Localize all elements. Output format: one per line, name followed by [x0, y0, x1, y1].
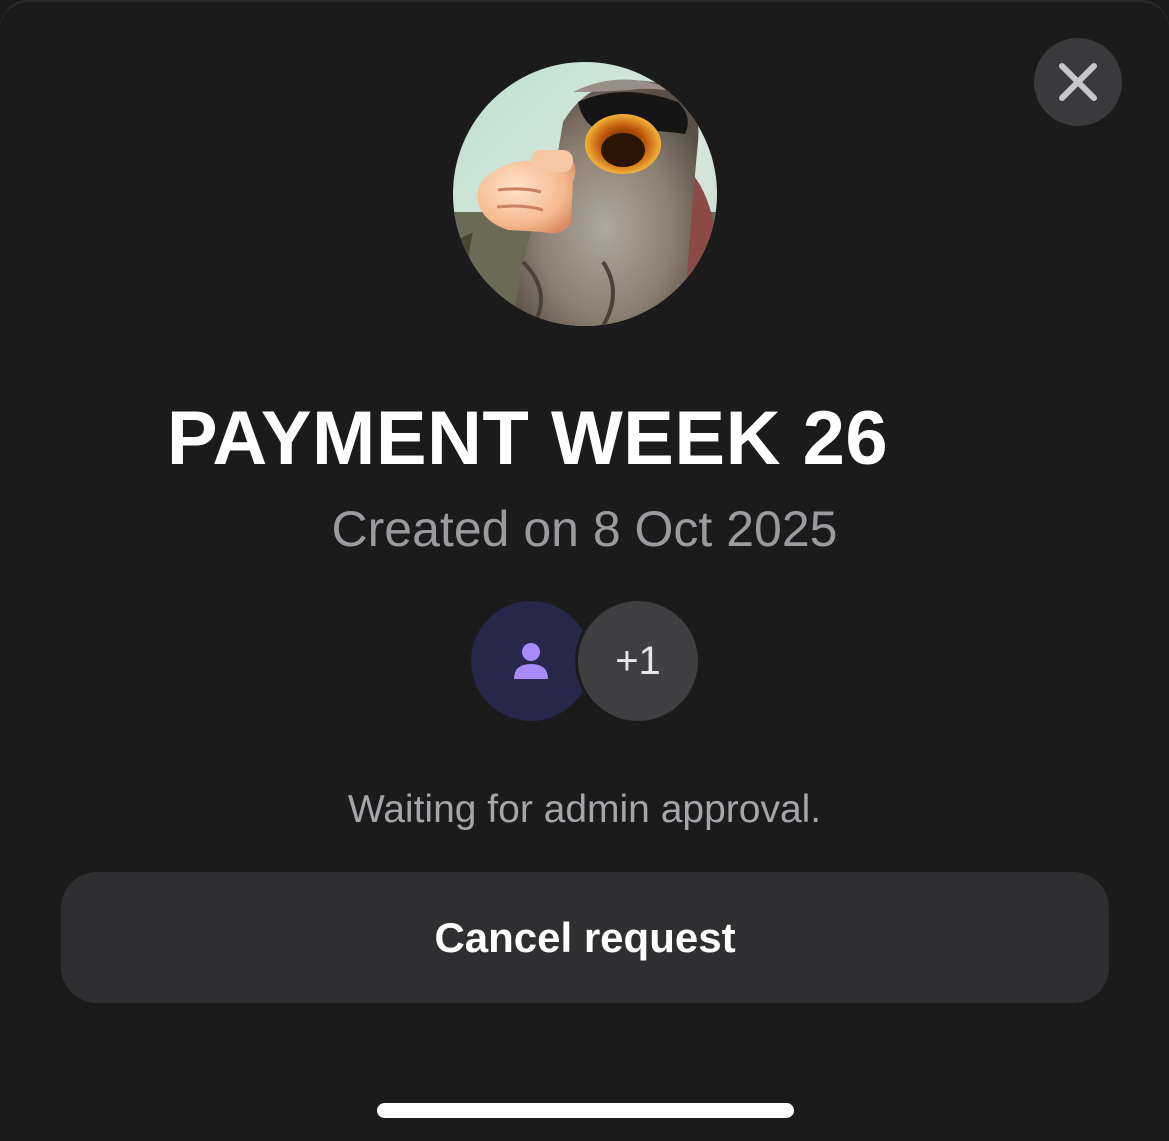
- created-date: Created on 8 Oct 2025: [331, 501, 838, 557]
- close-button[interactable]: [1034, 38, 1122, 126]
- group-avatar: [453, 62, 717, 326]
- crescent-moon-icon: [924, 401, 988, 469]
- bird-pointing-photo: [453, 62, 717, 326]
- person-icon: [514, 643, 548, 679]
- close-icon: [1059, 63, 1097, 101]
- cancel-request-button[interactable]: Cancel request: [61, 872, 1109, 1003]
- more-members-badge: +1: [575, 598, 701, 724]
- page-title: PAYMENT WEEK 26: [166, 395, 889, 481]
- approval-status: Waiting for admin approval.: [347, 788, 822, 831]
- member-avatars[interactable]: +1: [471, 598, 701, 724]
- join-request-sheet: PAYMENT WEEK 26 Created on 8 Oct 2025 +1…: [0, 0, 1169, 1141]
- title-row: PAYMENT WEEK 26: [0, 388, 1169, 488]
- home-indicator[interactable]: [377, 1103, 794, 1118]
- member-avatar: [471, 601, 591, 721]
